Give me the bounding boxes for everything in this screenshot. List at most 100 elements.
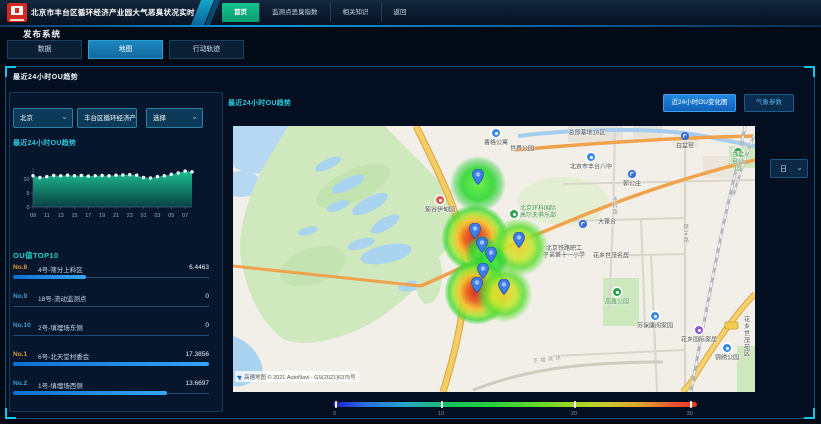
map-label-fengke-road: 丰科路 xyxy=(611,196,617,216)
svg-text:15: 15 xyxy=(71,213,77,219)
svg-text:5: 5 xyxy=(26,191,29,197)
map-attribution-text: 高德地图 © 2021 AutoNavi - GS(2021)6375号 xyxy=(244,373,356,381)
map-label-jinxiu-park: 锦绣公园 xyxy=(715,356,739,363)
station-name: 6号-北天堂村委会 xyxy=(38,351,89,361)
map-attribution: 高德地图 © 2021 AutoNavi - GS(2021)6375号 xyxy=(235,371,359,382)
poi-marker-icon xyxy=(651,312,659,320)
rank-label: No.9 xyxy=(13,293,27,300)
metro-station-icon xyxy=(628,170,636,178)
tab-trajectory[interactable]: 行动轨迹 xyxy=(169,40,244,59)
progress-track xyxy=(13,335,209,336)
ou-value: 17.3856 xyxy=(186,351,210,358)
chevron-down-icon: ⌄ xyxy=(191,108,198,127)
progress-track xyxy=(13,306,209,307)
map-section-label: 最近24小时OU趋势 xyxy=(228,98,291,108)
ou-value: 0 xyxy=(205,322,209,329)
filter-station-value: 选择 xyxy=(153,115,166,122)
svg-text:0: 0 xyxy=(26,205,29,211)
map-pin-icon[interactable] xyxy=(471,277,483,298)
ou-trend-chart: 0510091113151719212301030507 xyxy=(20,162,200,224)
ranking-row-no8[interactable]: No.8 4号-筛分上料区 6.4463 xyxy=(13,261,209,290)
rank-label: No.10 xyxy=(13,322,31,329)
map-label-golf-club: 北京环科国际 高尔夫俱乐部 xyxy=(520,206,556,220)
ranking-row-no1[interactable]: No.1 6号-北天堂村委会 17.3856 xyxy=(13,348,209,377)
filter-city-value: 北京 xyxy=(20,115,33,122)
nav-item-station-odor-index[interactable]: 监测点恶臭指数 xyxy=(259,3,330,22)
poi-marker-icon xyxy=(510,210,518,218)
chevron-down-icon: ⌄ xyxy=(796,158,803,177)
time-granularity-select[interactable]: 日 ⌄ xyxy=(770,159,808,178)
svg-text:11: 11 xyxy=(44,213,50,219)
panel-title: 最近24小时OU趋势 xyxy=(13,72,78,82)
tab-map[interactable]: 地图 xyxy=(88,40,163,59)
expressway-road xyxy=(473,362,663,390)
station-name: 4号-筛分上料区 xyxy=(38,264,83,274)
ranking-row-no10[interactable]: No.10 2号-填埋场东侧 0 xyxy=(13,319,209,348)
svg-text:19: 19 xyxy=(99,213,105,219)
filter-station-select[interactable]: 选择 ⌄ xyxy=(146,108,203,128)
poi-marker-icon xyxy=(492,129,500,137)
map-label-world-park: 世界公园 xyxy=(510,147,534,154)
svg-text:13: 13 xyxy=(58,213,64,219)
nav-item-home[interactable]: 首页 xyxy=(222,3,259,22)
svg-text:23: 23 xyxy=(127,213,133,219)
trend-chart-label: 最近24小时OU趋势 xyxy=(13,138,76,148)
time-granularity-value: 日 xyxy=(780,166,787,173)
filter-park-select[interactable]: 丰台区循环经济产⌄ xyxy=(77,108,137,128)
progress-bar xyxy=(13,391,167,395)
map-pin-icon[interactable] xyxy=(513,232,525,253)
station-name: 2号-填埋场东侧 xyxy=(38,322,83,332)
main-nav: 首页监测点恶臭指数相关知识返回 xyxy=(222,3,419,22)
metro-station-icon xyxy=(681,132,689,140)
wetland-park-area xyxy=(240,126,449,343)
tab-data[interactable]: 数据 xyxy=(7,40,82,59)
scale-tick-label: 30 xyxy=(687,411,693,417)
map-label-fengtai-no8-school: 北京市丰台八中 xyxy=(570,165,612,172)
progress-bar xyxy=(13,362,209,366)
map-label-shimao-yuan: 花乡世茂苑区 xyxy=(743,317,751,358)
odor-monitoring-dashboard: { "meta": { "title": "北京市丰台区循环经济产业园大气恶臭状… xyxy=(0,0,821,424)
svg-text:17: 17 xyxy=(85,213,91,219)
poi-marker-icon xyxy=(436,196,444,204)
poi-marker-icon xyxy=(695,326,703,334)
svg-text:05: 05 xyxy=(168,213,174,219)
ou-top10-list: No.8 4号-筛分上料区 6.4463 No.9 18号-流动监测点 0 No.10 2号-… xyxy=(13,261,209,406)
svg-text:10: 10 xyxy=(23,177,29,183)
ou-value: 13.6697 xyxy=(186,380,210,387)
nav-item-back[interactable]: 返回 xyxy=(381,3,419,22)
ou-change-chart-button[interactable]: 近24小时OU变化图 xyxy=(663,94,736,112)
ranking-row-no9[interactable]: No.918号-流动监测点0 xyxy=(13,290,209,319)
svg-text:01: 01 xyxy=(141,213,147,219)
map-label-hq-base-16: 总部基地16区 xyxy=(569,131,606,138)
svg-text:09: 09 xyxy=(30,213,36,219)
map-pin-icon[interactable] xyxy=(472,169,484,190)
poi-marker-icon xyxy=(613,288,621,296)
chevron-down-icon: ⌄ xyxy=(61,108,68,127)
orange-road-north xyxy=(515,136,755,150)
station-name: 18号-流动监测点 xyxy=(38,293,86,303)
panel-corner-accent xyxy=(804,66,815,77)
scale-tick-mark xyxy=(574,401,576,408)
map-label-guogongzhuang-station: 郭公庄 xyxy=(623,182,641,189)
scale-tick-mark xyxy=(335,401,337,408)
top-header-bar: 北京市丰台区循环经济产业园大气恶臭状况实时 首页监测点恶臭指数相关知识返回 xyxy=(0,0,821,25)
map-label-baipenyao-park: 白盆窑公园 xyxy=(730,153,747,174)
map-label-baipenyao-station: 白盆窑 xyxy=(676,144,694,151)
ranking-row-no2[interactable]: No.21号-填埋场西侧13.6697 xyxy=(13,377,209,406)
map-label-railway-school: 北京铁路职工 子弟第十一小学 xyxy=(543,246,585,260)
station-name: 1号-填埋场西侧 xyxy=(38,380,83,390)
nav-item-knowledge[interactable]: 相关知识 xyxy=(330,3,381,22)
rank-label: No.1 xyxy=(13,351,27,358)
scale-tick-label: 10 xyxy=(438,411,444,417)
filter-city-select[interactable]: 北京 ⌄ xyxy=(13,108,73,128)
metro-station-icon xyxy=(579,220,587,228)
page-title: 北京市丰台区循环经济产业园大气恶臭状况实时 xyxy=(31,0,195,25)
scale-tick-label: 0 xyxy=(333,411,336,417)
rank-label: No.8 xyxy=(13,264,27,271)
weather-params-button[interactable]: 气象参数 xyxy=(744,94,794,112)
scale-tick-mark xyxy=(441,401,443,408)
map-canvas[interactable]: 香格公寓总部基地16区世界公园白盆窑白盆窑公园北京市丰台八中郭公庄北京环科国际 … xyxy=(233,126,755,392)
ou-value: 6.4463 xyxy=(189,264,209,271)
map-pin-icon[interactable] xyxy=(498,279,510,300)
app-logo-icon xyxy=(7,3,27,22)
